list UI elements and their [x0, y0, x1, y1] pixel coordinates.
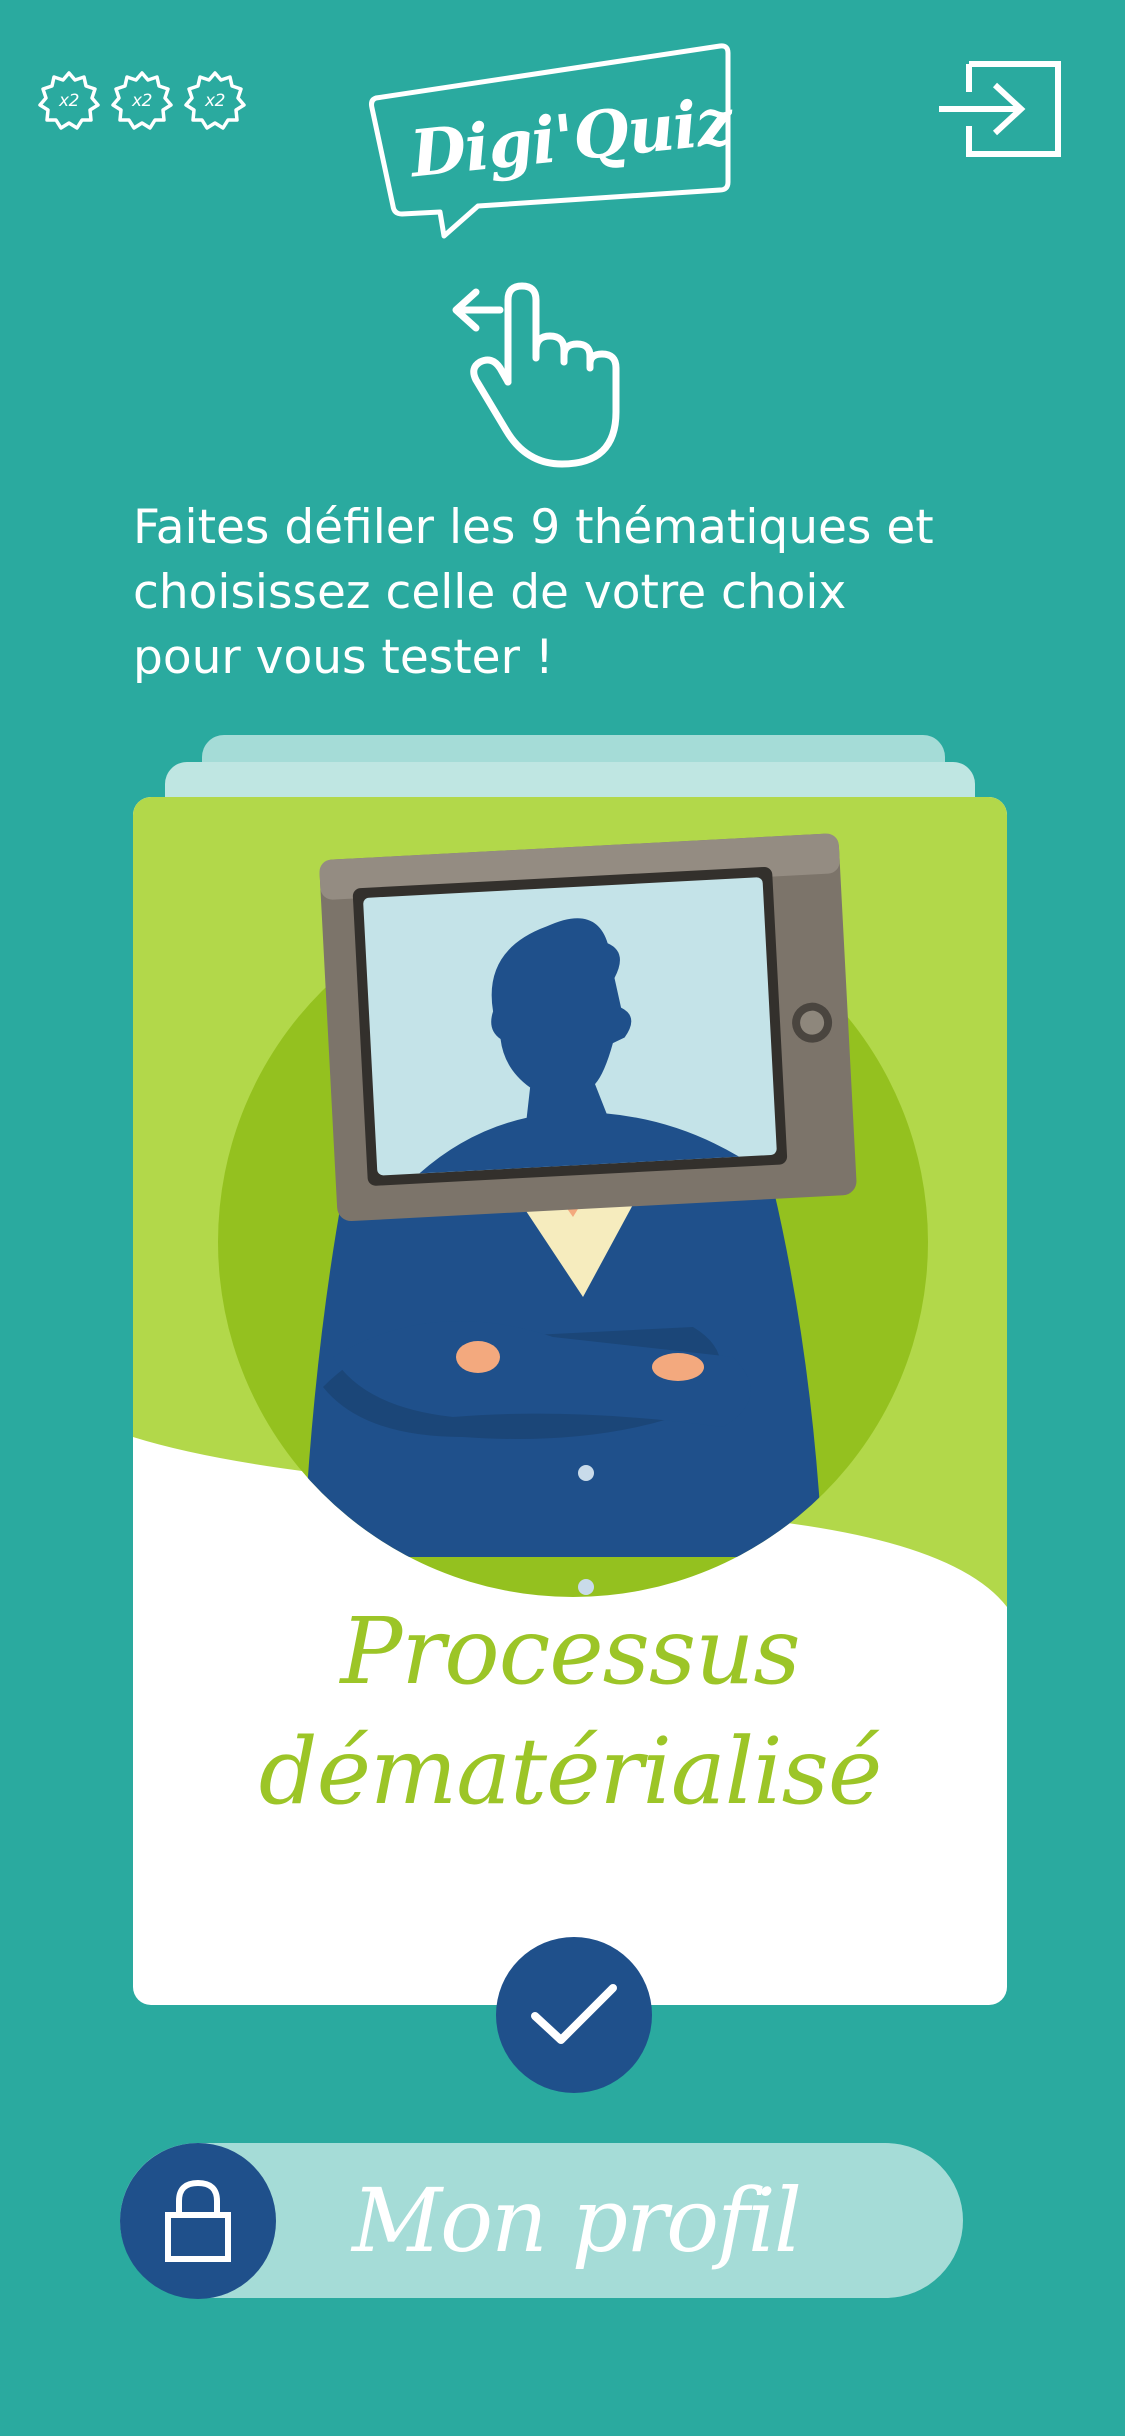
badge-label: x2 — [132, 91, 152, 111]
lock-icon — [165, 2179, 231, 2262]
profile-label: Mon profil — [352, 2169, 802, 2272]
badge-label: x2 — [205, 91, 225, 111]
multiplier-badge: x2 — [184, 70, 246, 132]
lock-badge — [120, 2143, 276, 2299]
multiplier-badge: x2 — [38, 70, 100, 132]
app-logo: Digi'Quiz — [366, 40, 735, 250]
select-theme-button[interactable] — [496, 1937, 652, 2093]
instruction-text: Faites défiler les 9 thématiques et choi… — [133, 495, 1033, 690]
multiplier-badges: x2 x2 x2 — [38, 70, 246, 132]
badge-label: x2 — [59, 91, 79, 111]
swipe-hand-icon — [450, 262, 642, 470]
instruction-line: choisissez celle de votre choix — [133, 565, 847, 620]
theme-title: Processus dématérialisé — [133, 1592, 1007, 1832]
checkmark-icon — [531, 1984, 617, 2044]
theme-title-line: dématérialisé — [258, 1718, 883, 1825]
instruction-line: pour vous tester ! — [133, 630, 554, 685]
instruction-line: Faites défiler les 9 thématiques et — [133, 500, 934, 555]
theme-card[interactable]: Processus dématérialisé — [133, 797, 1007, 2005]
theme-title-line: Processus — [340, 1598, 800, 1705]
logout-button[interactable] — [935, 60, 1065, 160]
multiplier-badge: x2 — [111, 70, 173, 132]
sign-in-arrow-icon — [939, 61, 1061, 157]
